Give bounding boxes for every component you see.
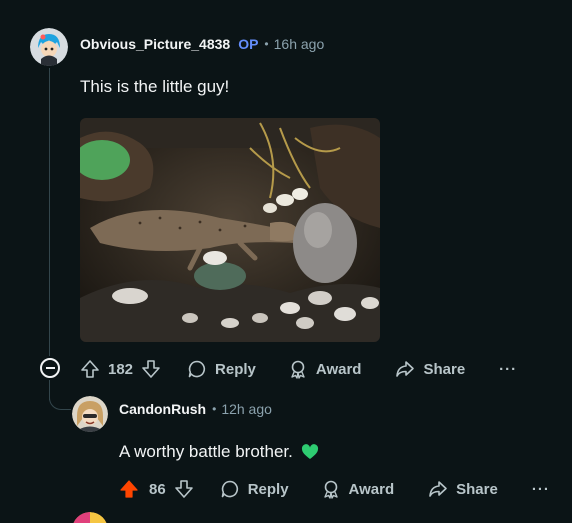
comment-meta: Obvious_Picture_4838 OP • 16h ago (80, 36, 324, 52)
reply-meta: CandonRush • 12h ago (119, 401, 272, 417)
thread-line (49, 68, 50, 356)
award-icon (291, 360, 305, 379)
award-label: Award (348, 480, 395, 498)
collapse-thread-button[interactable] (40, 358, 60, 378)
reply-text: A worthy battle brother. (119, 442, 293, 461)
reply-action-bar: 86 Reply Award Share ··· (119, 475, 550, 503)
reply-text-row: A worthy battle brother. (119, 442, 319, 462)
avatar[interactable] (30, 28, 68, 66)
upvote-button[interactable] (119, 479, 139, 499)
avatar-image (73, 512, 107, 523)
reply-button[interactable]: Reply (187, 359, 256, 379)
award-icon (323, 480, 338, 499)
avatar-image (72, 396, 108, 432)
reply-label: Reply (247, 480, 289, 498)
share-arrow-icon (396, 361, 415, 377)
more-options-button[interactable]: ··· (499, 361, 517, 378)
axolotl-photo (80, 118, 380, 342)
upvote-icon (81, 360, 99, 378)
reply-author-name[interactable]: CandonRush (119, 401, 206, 417)
avatar-image (30, 28, 68, 66)
share-label: Share (456, 480, 498, 498)
reply-timestamp[interactable]: 12h ago (221, 401, 272, 417)
reply-avatar[interactable] (72, 396, 108, 432)
reply-button[interactable]: Reply (220, 479, 289, 499)
share-button[interactable]: Share (428, 479, 498, 499)
comment-text: This is the little guy! (80, 77, 230, 96)
comment-action-bar: 182 Reply Award Share ··· (80, 355, 517, 383)
upvote-icon (120, 480, 138, 498)
comment-image[interactable] (80, 118, 380, 342)
vote-score: 86 (149, 480, 166, 498)
downvote-icon (142, 360, 160, 378)
award-button[interactable]: Award (321, 479, 395, 499)
reply-bubble-icon (221, 480, 238, 498)
share-label: Share (423, 360, 466, 378)
meta-separator: • (264, 37, 269, 51)
comment-timestamp[interactable]: 16h ago (274, 36, 325, 52)
share-arrow-icon (429, 481, 447, 497)
author-name[interactable]: Obvious_Picture_4838 (80, 36, 230, 52)
green-heart-emoji (301, 444, 319, 460)
downvote-icon (174, 480, 193, 498)
share-button[interactable]: Share (395, 359, 465, 379)
meta-separator: • (212, 402, 217, 416)
next-comment-avatar[interactable] (72, 512, 108, 523)
downvote-button[interactable] (141, 359, 161, 379)
award-button[interactable]: Award (288, 359, 362, 379)
thread-branch (49, 382, 71, 410)
downvote-button[interactable] (174, 479, 194, 499)
collapse-minus-icon (45, 367, 55, 369)
upvote-button[interactable] (80, 359, 100, 379)
award-label: Award (315, 360, 362, 378)
reply-label: Reply (215, 360, 256, 378)
op-badge: OP (238, 36, 259, 52)
more-options-button[interactable]: ··· (532, 481, 550, 498)
reply-bubble-icon (188, 360, 206, 378)
vote-score: 182 (108, 360, 134, 378)
